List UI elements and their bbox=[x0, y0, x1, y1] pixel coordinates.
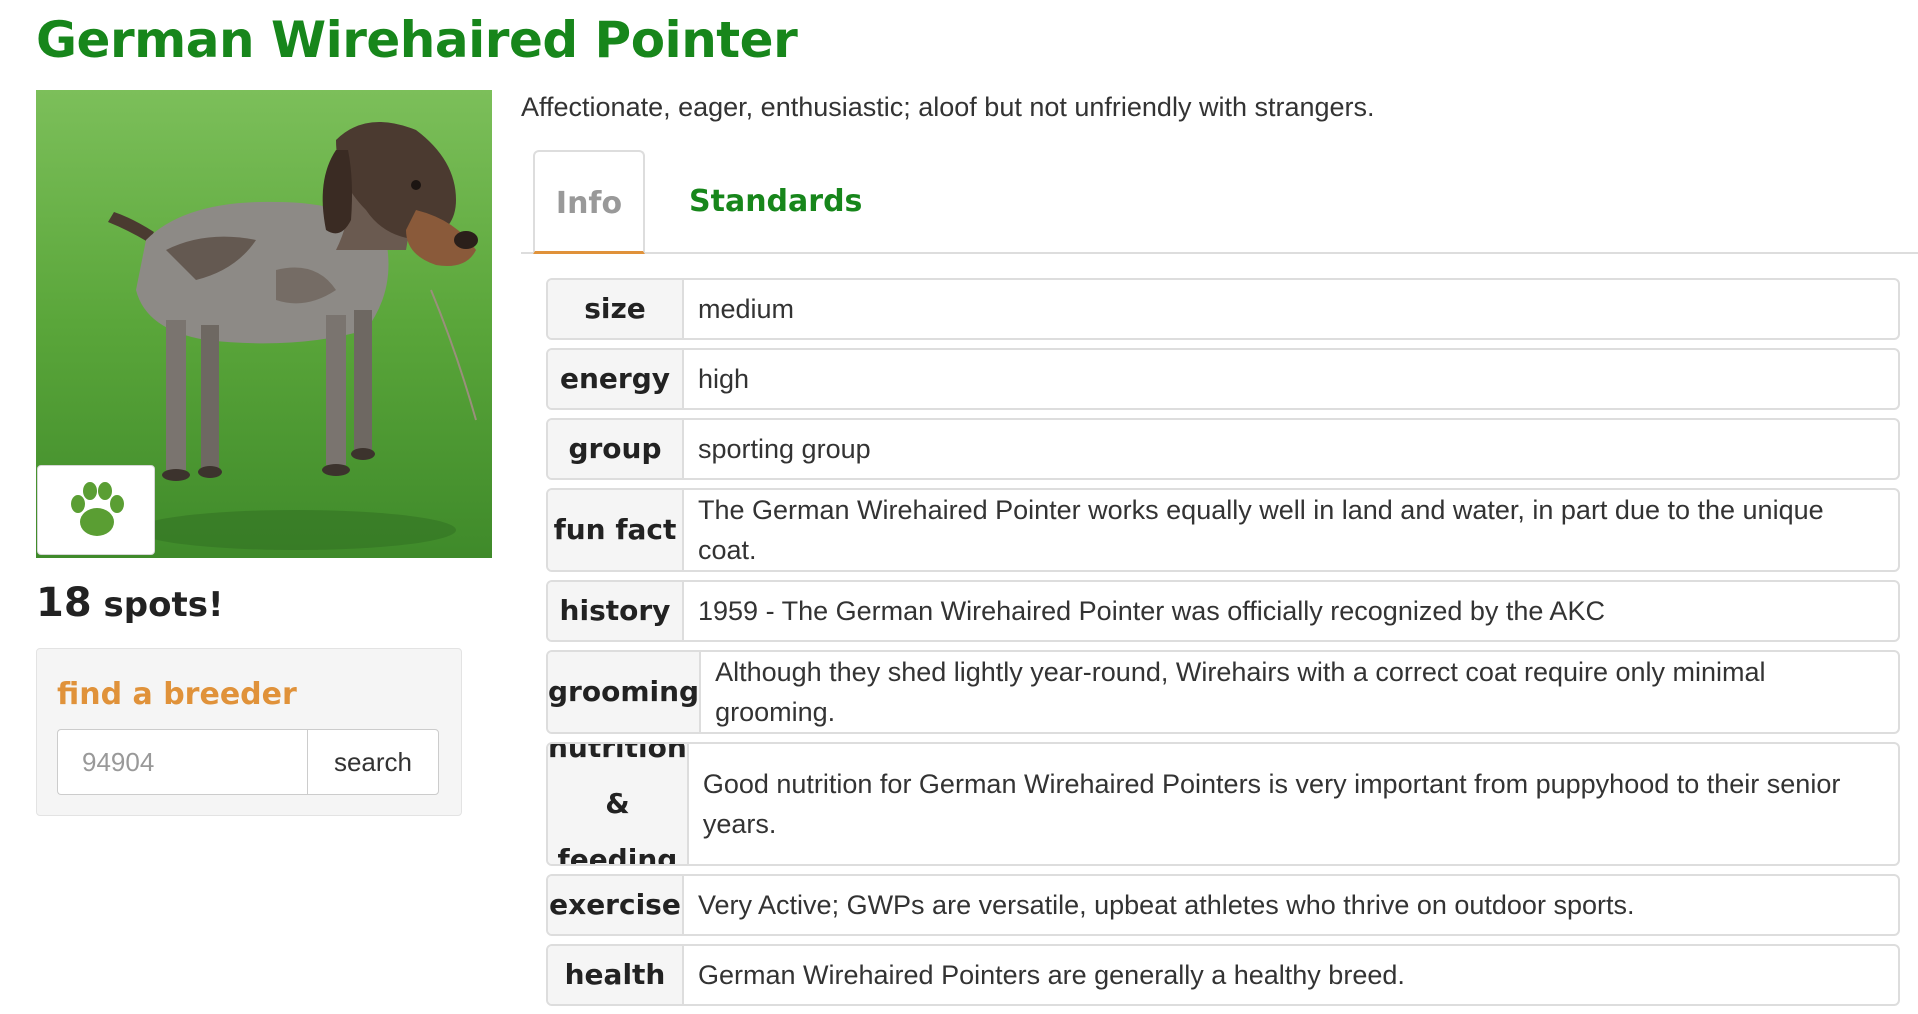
row-label: group bbox=[548, 420, 684, 478]
row-label: health bbox=[548, 946, 684, 1004]
find-breeder-panel: find a breeder search bbox=[36, 648, 462, 816]
breed-info-table: size medium energy high group sporting g… bbox=[546, 278, 1900, 1014]
row-value: 1959 - The German Wirehaired Pointer was… bbox=[698, 596, 1605, 626]
row-label: fun fact bbox=[548, 490, 684, 570]
row-value: sporting group bbox=[698, 434, 871, 464]
row-label: grooming bbox=[548, 652, 702, 732]
row-value: German Wirehaired Pointers are generally… bbox=[698, 960, 1405, 990]
search-button[interactable]: search bbox=[307, 729, 439, 795]
info-row-nutrition: nutrition & feeding Good nutrition for G… bbox=[546, 742, 1900, 866]
info-row-energy: energy high bbox=[546, 348, 1900, 410]
row-value: high bbox=[698, 364, 750, 394]
row-value: medium bbox=[698, 294, 795, 324]
breed-tagline: Affectionate, eager, enthusiastic; aloof… bbox=[521, 92, 1375, 122]
info-row-health: health German Wirehaired Pointers are ge… bbox=[546, 944, 1900, 1006]
tab-bar: Info Standards bbox=[521, 150, 1918, 254]
info-row-group: group sporting group bbox=[546, 418, 1900, 480]
row-label: nutrition & feeding bbox=[548, 742, 689, 866]
row-value: Although they shed lightly year-round, W… bbox=[715, 657, 1766, 727]
row-label: exercise bbox=[548, 876, 684, 934]
info-row-size: size medium bbox=[546, 278, 1900, 340]
row-value: The German Wirehaired Pointer works equa… bbox=[698, 495, 1824, 565]
row-label: size bbox=[548, 280, 684, 338]
paw-button[interactable] bbox=[37, 465, 155, 555]
find-breeder-title: find a breeder bbox=[57, 677, 297, 712]
row-value: Good nutrition for German Wirehaired Poi… bbox=[702, 769, 1841, 839]
tab-standards[interactable]: Standards bbox=[689, 150, 862, 254]
info-row-fun-fact: fun fact The German Wirehaired Pointer w… bbox=[546, 488, 1900, 572]
info-row-history: history 1959 - The German Wirehaired Poi… bbox=[546, 580, 1900, 642]
tab-info[interactable]: Info bbox=[533, 150, 645, 254]
spots-label: spots! bbox=[103, 585, 224, 625]
info-row-exercise: exercise Very Active; GWPs are versatile… bbox=[546, 874, 1900, 936]
spots-counter: 18 spots! bbox=[36, 580, 223, 626]
spots-count: 18 bbox=[36, 580, 92, 626]
page-title: German Wirehaired Pointer bbox=[36, 11, 798, 69]
paw-icon bbox=[71, 482, 124, 536]
info-row-grooming: grooming Although they shed lightly year… bbox=[546, 650, 1900, 734]
zip-code-input[interactable] bbox=[57, 729, 307, 795]
row-value: Very Active; GWPs are versatile, upbeat … bbox=[698, 890, 1635, 920]
row-label: history bbox=[548, 582, 684, 640]
row-label: energy bbox=[548, 350, 684, 408]
